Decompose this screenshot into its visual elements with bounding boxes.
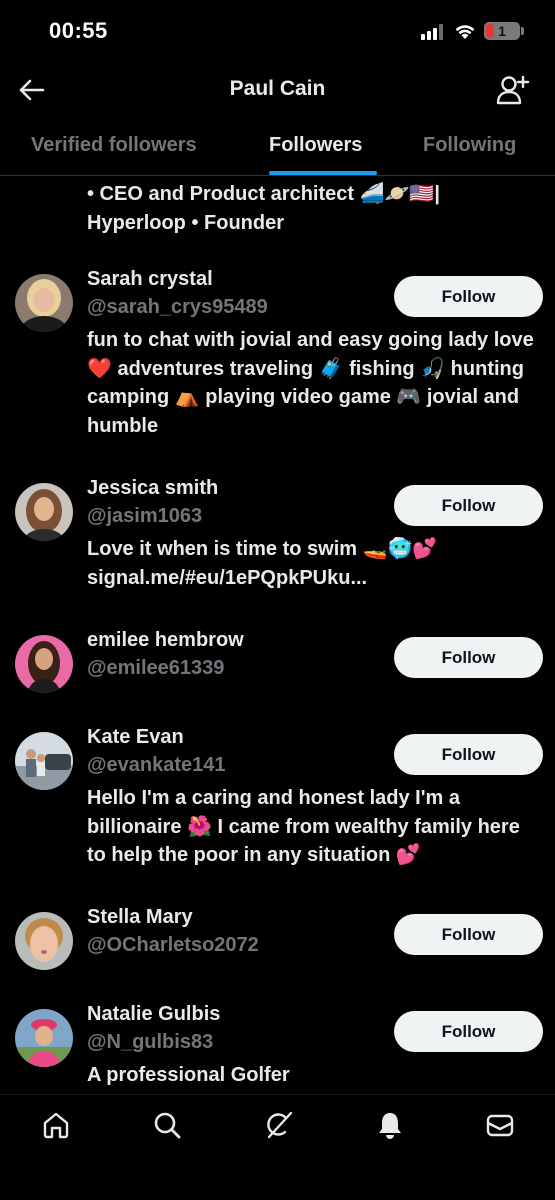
home-indicator <box>208 1175 348 1180</box>
follower-name[interactable]: Natalie Gulbis <box>87 1003 220 1026</box>
battery-icon: 1 <box>484 22 520 40</box>
tab-followers[interactable]: Followers <box>269 134 362 157</box>
cellular-signal-icon <box>421 24 445 40</box>
avatar[interactable] <box>15 483 73 541</box>
follow-button[interactable]: Follow <box>394 1011 543 1052</box>
messages-envelope-icon <box>486 1114 514 1137</box>
status-bar: 00:55 1 <box>0 0 555 60</box>
follower-name[interactable]: Stella Mary <box>87 906 193 929</box>
bottom-navigation <box>0 1094 555 1200</box>
nav-search[interactable] <box>151 1109 183 1141</box>
followers-list[interactable]: • CEO and Product architect 🚄🪐🇺🇸| Hyperl… <box>0 176 555 1094</box>
follower-bio: A professional Golfer <box>87 1064 290 1086</box>
add-user-icon <box>496 75 530 105</box>
follower-bio: Love it when is time to swim 🚤🥶💕 signal.… <box>87 538 438 589</box>
avatar[interactable] <box>15 912 73 970</box>
tab-following[interactable]: Following <box>423 134 516 157</box>
grok-icon <box>267 1111 293 1139</box>
follower-name[interactable]: Kate Evan <box>87 726 184 749</box>
tab-bar: Verified followers Followers Following <box>0 120 555 176</box>
follow-button[interactable]: Follow <box>394 485 543 526</box>
avatar[interactable] <box>15 635 73 693</box>
follow-button[interactable]: Follow <box>394 276 543 317</box>
wifi-icon <box>455 25 475 39</box>
follow-button[interactable]: Follow <box>394 914 543 955</box>
add-user-button[interactable] <box>494 72 532 108</box>
nav-notifications[interactable] <box>374 1109 406 1141</box>
partial-bio-text: • CEO and Product architect 🚄🪐🇺🇸| Hyperl… <box>87 183 440 234</box>
follower-name[interactable]: emilee hembrow <box>87 629 244 652</box>
follower-handle[interactable]: @N_gulbis83 <box>87 1031 213 1054</box>
follower-handle[interactable]: @sarah_crys95489 <box>87 296 268 319</box>
page-title: Paul Cain <box>229 77 326 100</box>
notifications-bell-icon <box>379 1113 401 1139</box>
avatar[interactable] <box>15 1009 73 1067</box>
follow-button[interactable]: Follow <box>394 637 543 678</box>
battery-level: 1 <box>498 23 506 39</box>
avatar[interactable] <box>15 732 73 790</box>
follower-handle[interactable]: @emilee61339 <box>87 657 224 680</box>
profile-header: Paul Cain <box>0 60 555 120</box>
nav-home[interactable] <box>40 1109 72 1141</box>
follower-name[interactable]: Jessica smith <box>87 477 218 500</box>
follower-bio: Hello I'm a caring and honest lady I'm a… <box>87 787 520 866</box>
home-icon <box>43 1112 69 1139</box>
follower-bio: fun to chat with jovial and easy going l… <box>87 329 534 437</box>
follow-button[interactable]: Follow <box>394 734 543 775</box>
status-time: 00:55 <box>49 18 108 43</box>
nav-messages[interactable] <box>484 1109 516 1141</box>
battery-tip <box>521 27 524 35</box>
follower-handle[interactable]: @jasim1063 <box>87 505 202 528</box>
active-tab-indicator <box>269 171 377 175</box>
search-icon <box>154 1112 181 1139</box>
tab-verified-followers[interactable]: Verified followers <box>31 134 197 157</box>
follower-name[interactable]: Sarah crystal <box>87 268 213 291</box>
avatar[interactable] <box>15 274 73 332</box>
follower-handle[interactable]: @evankate141 <box>87 754 226 777</box>
nav-grok[interactable] <box>263 1109 295 1141</box>
follower-handle[interactable]: @OCharletso2072 <box>87 934 259 957</box>
